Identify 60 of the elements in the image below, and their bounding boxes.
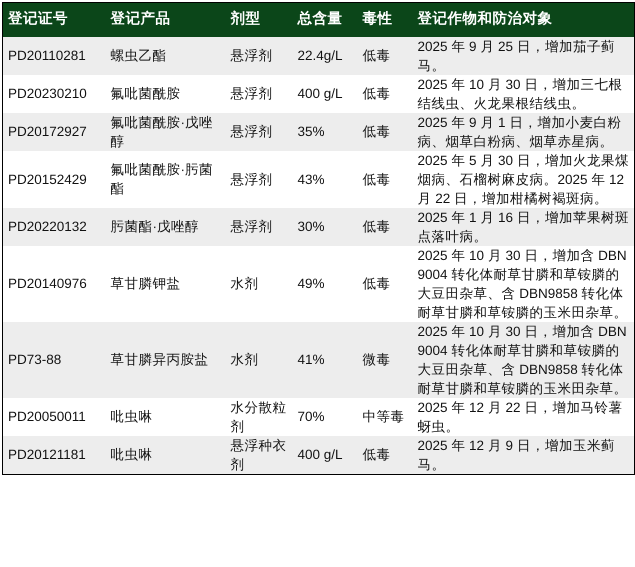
table-cell: 30% — [292, 208, 358, 246]
table-cell: 49% — [292, 246, 358, 322]
table-cell: 2025 年 9 月 1 日，增加小麦白粉病、烟草白粉病、烟草赤星病。 — [412, 112, 634, 150]
table-cell: 2025 年 12 月 9 日，增加玉米蓟马。 — [412, 436, 634, 474]
table-cell: PD20121181 — [2, 436, 106, 474]
table-cell: 悬浮剂 — [226, 36, 292, 74]
table-cell: 2025 年 10 月 30 日，增加含 DBN9004 转化体耐草甘膦和草铵膦的大豆田杂草、含 DBN9858 转化体耐草甘膦和草铵膦的玉米田杂草。 — [412, 246, 634, 322]
table-cell: 草甘膦异丙胺盐 — [106, 322, 226, 398]
table-cell: PD20172927 — [2, 112, 106, 150]
table-cell: 悬浮剂 — [226, 74, 292, 112]
table-cell: 水分散粒剂 — [226, 398, 292, 436]
table-cell: 低毒 — [358, 36, 412, 74]
table-cell: 肟菌酯·戊唑醇 — [106, 208, 226, 246]
table-cell: 悬浮剂 — [226, 208, 292, 246]
table-cell: 2025 年 12 月 22 日，增加马铃薯蚜虫。 — [412, 398, 634, 436]
table-cell: PD20110281 — [2, 36, 106, 74]
table-cell: 2025 年 9 月 25 日，增加茄子蓟马。 — [412, 36, 634, 74]
table-cell: 低毒 — [358, 150, 412, 208]
table-cell: 低毒 — [358, 246, 412, 322]
table-cell: 水剂 — [226, 322, 292, 398]
table-cell: 低毒 — [358, 74, 412, 112]
table-cell: 悬浮种衣剂 — [226, 436, 292, 474]
table-cell: 35% — [292, 112, 358, 150]
table-cell: 400 g/L — [292, 436, 358, 474]
table-cell: 草甘膦钾盐 — [106, 246, 226, 322]
table-cell: 氟吡菌酰胺·戊唑醇 — [106, 112, 226, 150]
table-cell: PD20230210 — [2, 74, 106, 112]
table-cell: 悬浮剂 — [226, 112, 292, 150]
table-cell: 70% — [292, 398, 358, 436]
table-cell: 22.4g/L — [292, 36, 358, 74]
table-cell: 氟吡菌酰胺·肟菌酯 — [106, 150, 226, 208]
table-cell: PD20050011 — [2, 398, 106, 436]
table-cell: 2025 年 5 月 30 日，增加火龙果煤烟病、石榴树麻皮病。2025 年 12 月 22 日，增加柑橘树褐斑病。 — [412, 150, 634, 208]
column-header: 总含量 — [292, 2, 358, 36]
column-header: 登记证号 — [2, 2, 106, 36]
table-cell: 螺虫乙酯 — [106, 36, 226, 74]
table-cell: 吡虫啉 — [106, 398, 226, 436]
table-cell: 中等毒 — [358, 398, 412, 436]
table-cell: 低毒 — [358, 208, 412, 246]
table-cell: 吡虫啉 — [106, 436, 226, 474]
table-cell: PD20152429 — [2, 150, 106, 208]
table-cell: 氟吡菌酰胺 — [106, 74, 226, 112]
column-header: 毒性 — [358, 2, 412, 36]
column-header: 登记产品 — [106, 2, 226, 36]
table-cell: 低毒 — [358, 112, 412, 150]
table-cell: 2025 年 10 月 30 日，增加三七根结线虫、火龙果根结线虫。 — [412, 74, 634, 112]
table-cell: PD73-88 — [2, 322, 106, 398]
table-cell: 2025 年 10 月 30 日，增加含 DBN9004 转化体耐草甘膦和草铵膦的大豆田杂草、含 DBN9858 转化体耐草甘膦和草铵膦的玉米田杂草。 — [412, 322, 634, 398]
table-cell: 低毒 — [358, 436, 412, 474]
table-cell: 400 g/L — [292, 74, 358, 112]
table-cell: 微毒 — [358, 322, 412, 398]
table-cell: 水剂 — [226, 246, 292, 322]
table-cell: 悬浮剂 — [226, 150, 292, 208]
table-cell: 41% — [292, 322, 358, 398]
table-cell: PD20140976 — [2, 246, 106, 322]
column-header: 剂型 — [226, 2, 292, 36]
table-cell: PD20220132 — [2, 208, 106, 246]
column-header: 登记作物和防治对象 — [412, 2, 634, 36]
table-cell: 43% — [292, 150, 358, 208]
table-cell: 2025 年 1 月 16 日，增加苹果树斑点落叶病。 — [412, 208, 634, 246]
